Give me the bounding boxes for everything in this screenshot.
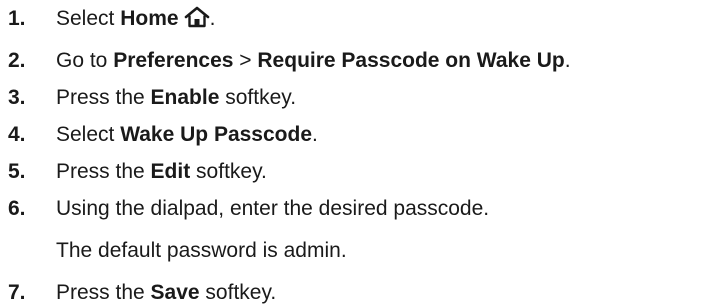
step-number: 7.	[8, 281, 26, 304]
step-text: Go to Preferences > Require Passcode on …	[56, 46, 571, 76]
step-text: Press the Edit softkey.	[56, 157, 267, 187]
step-6: 6. Using the dialpad, enter the desired …	[0, 194, 705, 224]
step-2: 2. Go to Preferences > Require Passcode …	[0, 46, 705, 76]
step-text-suffix: .	[312, 123, 318, 146]
step-text-prefix: Press the	[56, 160, 151, 183]
save-softkey-label: Save	[150, 281, 200, 304]
step-number: 6.	[8, 197, 26, 220]
step-number: 5.	[8, 160, 26, 183]
step-6-note: The default password is admin.	[56, 239, 347, 262]
edit-softkey-label: Edit	[150, 160, 191, 183]
step-text-prefix: Press the	[56, 86, 151, 109]
step-text-suffix: softkey.	[199, 281, 277, 304]
step-4: 4. Select Wake Up Passcode.	[0, 120, 705, 150]
preferences-label: Preferences	[113, 49, 234, 72]
step-3: 3. Press the Enable softkey.	[0, 83, 705, 113]
step-7: 7. Press the Save softkey.	[0, 278, 705, 308]
step-text-prefix: Select	[56, 123, 121, 146]
step-text: Press the Enable softkey.	[56, 83, 296, 113]
step-text: Using the dialpad, enter the desired pas…	[56, 197, 490, 220]
step-text-prefix: Press the	[56, 281, 151, 304]
step-text: Press the Save softkey.	[56, 278, 276, 308]
step-text-suffix: softkey.	[190, 160, 267, 183]
step-text: Select Wake Up Passcode.	[56, 120, 318, 150]
step-number: 1.	[8, 7, 26, 30]
procedure-steps: 1. Select Home . 2. Go to Preferences > …	[0, 0, 709, 306]
require-passcode-label: Require Passcode on Wake Up	[257, 49, 565, 72]
step-1: 1. Select Home .	[0, 4, 705, 34]
step-text-suffix: softkey.	[219, 86, 297, 109]
step-number: 3.	[8, 86, 26, 109]
home-label: Home	[120, 7, 179, 30]
step-text-suffix: .	[209, 7, 216, 30]
step-text-prefix: Select	[56, 7, 121, 30]
step-5: 5. Press the Edit softkey.	[0, 157, 705, 187]
enable-softkey-label: Enable	[150, 86, 220, 109]
path-separator: >	[233, 49, 258, 72]
step-number: 4.	[8, 123, 26, 146]
step-text-prefix: Go to	[56, 49, 114, 72]
step-text: Select Home .	[56, 4, 215, 34]
step-text-suffix: .	[564, 49, 571, 72]
step-number: 2.	[8, 49, 26, 72]
wake-up-passcode-label: Wake Up Passcode	[120, 123, 313, 146]
home-icon	[184, 6, 210, 28]
